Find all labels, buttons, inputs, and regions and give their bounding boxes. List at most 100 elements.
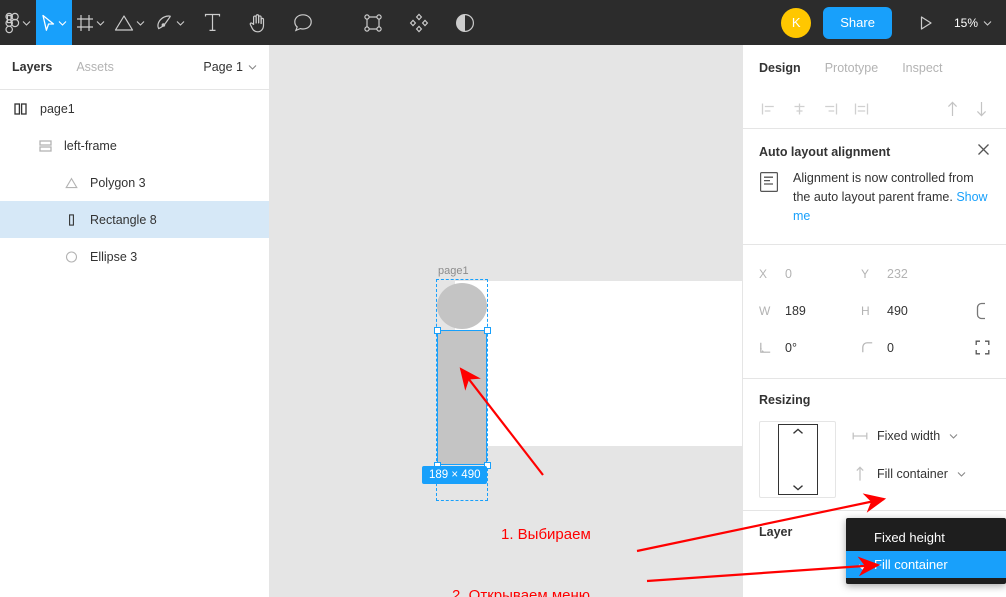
x-label: X	[759, 266, 768, 281]
independent-corners-icon[interactable]	[975, 340, 990, 355]
sidebar-layer-label: Ellipse 3	[90, 249, 138, 264]
tool-shape[interactable]	[110, 0, 150, 45]
tool-text[interactable]	[190, 0, 235, 45]
polygon-icon	[60, 177, 82, 189]
transform-properties: X 0 Y 232 W 189 H 490 0° 0	[743, 245, 1006, 378]
tool-hand[interactable]	[235, 0, 280, 45]
left-sidebar: Layers Assets Page 1 page1 left-frame Po…	[0, 45, 270, 597]
ellipse-icon	[60, 250, 82, 263]
auto-layout-notice-body: Alignment is now controlled from the aut…	[743, 169, 1006, 244]
y-field[interactable]: Y 232	[861, 267, 963, 281]
tool-pen[interactable]	[150, 0, 190, 45]
sidebar-layer-polygon-3[interactable]: Polygon 3	[0, 164, 269, 201]
sidebar-layer-label: Polygon 3	[90, 175, 146, 190]
resize-handle-top-left[interactable]	[433, 326, 441, 334]
auto-layout-notice-message: Alignment is now controlled from the aut…	[793, 171, 974, 204]
distribute-h-icon[interactable]	[854, 102, 869, 116]
width-resizing-label: Fixed width	[877, 429, 941, 443]
dropdown-item-fill-container[interactable]: Fill container	[846, 551, 1006, 578]
sidebar-layer-label: left-frame	[64, 138, 117, 153]
tool-component[interactable]	[350, 0, 396, 45]
tab-inspect[interactable]: Inspect	[902, 61, 942, 75]
resizing-body: Fixed width Fill container	[759, 421, 990, 498]
align-left-icon[interactable]	[761, 102, 776, 116]
corner-radius-icon	[861, 341, 887, 354]
chevron-down-icon	[94, 20, 106, 26]
y-label: Y	[861, 266, 870, 281]
tool-comment[interactable]	[280, 0, 326, 45]
height-field[interactable]: H 490	[861, 304, 963, 318]
tool-frame[interactable]	[72, 0, 110, 45]
resize-controls: Fixed width Fill container	[852, 421, 990, 498]
chevron-down-icon	[174, 20, 186, 26]
arrow-up-icon[interactable]	[946, 101, 959, 117]
horizontal-resize-icon	[852, 431, 868, 441]
tab-layers[interactable]: Layers	[12, 60, 52, 74]
dropdown-item-label: Fixed height	[874, 530, 945, 545]
tab-prototype[interactable]: Prototype	[825, 61, 879, 75]
resizing-title: Resizing	[759, 393, 811, 407]
size-row: W 189 H 490	[759, 292, 990, 329]
sidebar-layer-label: Rectangle 8	[90, 212, 157, 227]
canvas-shape-ellipse[interactable]	[437, 283, 487, 329]
height-resizing-label: Fill container	[877, 467, 948, 481]
canvas-area[interactable]: page1 189 × 490 1. Выбираем 2. Открываем…	[270, 45, 742, 597]
top-toolbar: K Share 15%	[0, 0, 1006, 45]
tool-resources[interactable]	[396, 0, 442, 45]
canvas-frame-page1[interactable]	[455, 281, 742, 446]
width-field[interactable]: W 189	[759, 304, 861, 318]
align-h-center-icon[interactable]	[792, 102, 807, 116]
layers-tabbar: Layers Assets Page 1	[0, 45, 269, 90]
alignment-toolbar	[743, 90, 1006, 128]
chevron-down-icon	[949, 434, 958, 439]
height-resizing-dropdown[interactable]: Fixed height Fill container	[846, 518, 1006, 584]
auto-layout-notice-header: Auto layout alignment	[743, 129, 1006, 169]
arrow-down-icon[interactable]	[975, 101, 988, 117]
right-sidebar: Design Prototype Inspect Auto layout ali…	[742, 45, 1006, 597]
tool-move[interactable]	[36, 0, 72, 45]
w-value: 189	[785, 303, 806, 318]
link-proportions-icon[interactable]	[976, 302, 990, 320]
close-icon[interactable]	[977, 143, 990, 161]
corner-radius-field[interactable]: 0	[861, 341, 963, 355]
auto-layout-notice-text: Alignment is now controlled from the aut…	[793, 169, 990, 226]
height-resizing-selector[interactable]: Fill container	[852, 459, 990, 489]
rotation-row: 0° 0	[759, 329, 990, 366]
figma-app-window: K Share 15% Layers Assets Page 1 page1 l…	[0, 0, 1006, 597]
dropdown-item-fixed-height[interactable]: Fixed height	[846, 524, 1006, 551]
resize-handle-top-right[interactable]	[483, 326, 491, 334]
chevron-down-icon	[248, 65, 257, 70]
zoom-level-label: 15%	[953, 15, 978, 30]
x-value: 0	[785, 266, 792, 281]
tool-figma-menu[interactable]	[0, 0, 36, 45]
x-field[interactable]: X 0	[759, 267, 861, 281]
y-value: 232	[887, 266, 908, 281]
tab-design[interactable]: Design	[759, 61, 801, 75]
zoom-selector[interactable]: 15%	[946, 16, 1006, 30]
rotation-field[interactable]: 0°	[759, 341, 861, 355]
chevron-down-icon	[20, 20, 32, 26]
sidebar-layer-ellipse-3[interactable]: Ellipse 3	[0, 238, 269, 275]
sidebar-layer-left-frame[interactable]: left-frame	[0, 127, 269, 164]
sidebar-layer-rectangle-8[interactable]: Rectangle 8	[0, 201, 269, 238]
check-icon	[854, 560, 874, 570]
share-button[interactable]: Share	[823, 6, 892, 39]
auto-layout-icon	[34, 139, 56, 152]
tab-assets[interactable]: Assets	[76, 60, 114, 74]
rectangle-icon	[60, 213, 82, 226]
resize-preview-icon[interactable]	[759, 421, 836, 498]
page-selector[interactable]: Page 1	[203, 60, 257, 74]
rotation-value: 0°	[785, 340, 797, 355]
avatar[interactable]: K	[781, 7, 812, 38]
tool-mask[interactable]	[442, 0, 488, 45]
canvas-shape-rectangle-selected[interactable]	[437, 330, 487, 465]
dropdown-item-label: Fill container	[874, 557, 948, 572]
sidebar-layer-page1[interactable]: page1	[0, 90, 269, 127]
chevron-down-icon	[957, 472, 966, 477]
align-right-icon[interactable]	[823, 102, 838, 116]
width-resizing-selector[interactable]: Fixed width	[852, 421, 990, 451]
present-button[interactable]	[906, 15, 946, 31]
auto-layout-notice-title: Auto layout alignment	[759, 145, 891, 159]
resizing-section: Resizing Fixed width Fill container	[743, 379, 1006, 498]
h-label: H	[861, 303, 870, 318]
